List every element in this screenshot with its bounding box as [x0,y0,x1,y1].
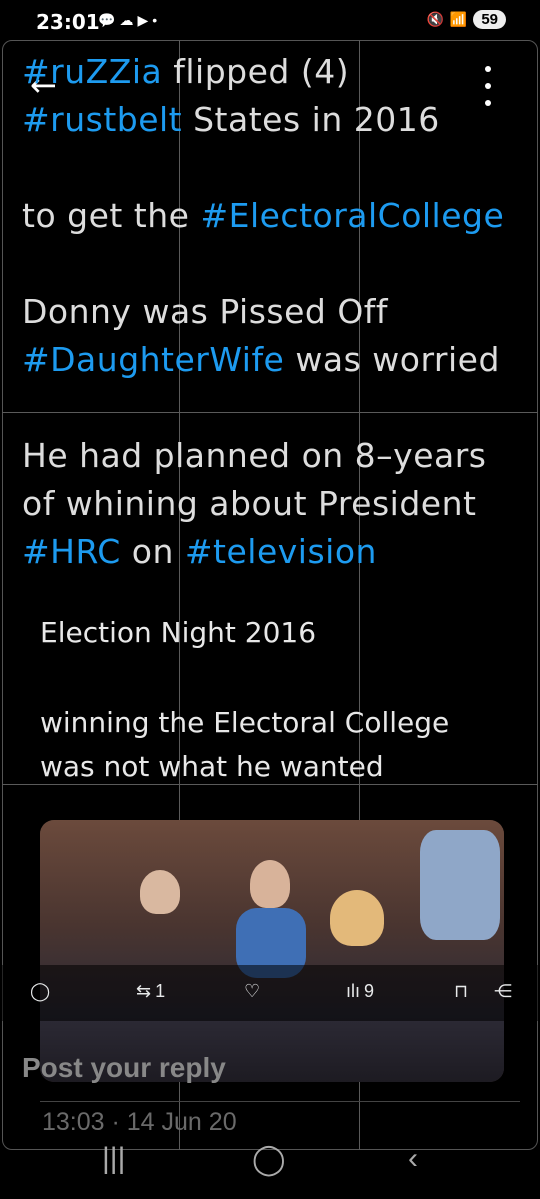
system-icons: 🔇 📶 59 [426,10,506,29]
hashtag-link[interactable]: #ruZZia [22,52,162,91]
post-line: of whining about President [22,484,476,523]
home-icon[interactable]: ◯ [252,1142,286,1177]
post-text: He had planned on 8–years [22,436,487,475]
post-line: #DaughterWife was worried [22,340,500,379]
reply-icon[interactable]: ◯ [30,981,50,1002]
chat-icon: 💬 [98,12,116,28]
bookmark-icon[interactable]: ⊓ [454,981,468,1002]
person-figure [420,830,500,940]
post-line: #rustbelt States in 2016 [22,100,440,139]
share-icon[interactable]: ⋲ [494,981,512,1002]
cloud-icon: ☁ [119,12,134,28]
dot-icon: • [152,12,158,28]
more-options-icon[interactable] [478,66,498,106]
views-button[interactable]: ılı 9 [346,981,374,1002]
hashtag-link[interactable]: #DaughterWife [22,340,284,379]
post-line: to get the #ElectoralCollege [22,196,504,235]
android-nav-bar: ||| ◯ ‹ [0,1142,540,1182]
grid-line [2,784,538,785]
quote-line: winning the Electoral College [40,706,450,739]
retweet-button[interactable]: ⇆ 1 [136,981,165,1002]
person-figure [140,870,180,914]
recent-apps-icon[interactable]: ||| [102,1142,125,1176]
post-line: Donny was Pissed Off [22,292,388,331]
like-icon[interactable]: ♡ [244,981,260,1002]
post-text: was worried [284,340,500,379]
grid-line [2,412,538,413]
post-line: #ruZZia flipped (4) [22,52,349,91]
person-figure [250,860,290,908]
post-line: He had planned on 8–years [22,436,487,475]
retweet-icon: ⇆ [136,981,152,1001]
divider [40,1101,520,1102]
hashtag-link[interactable]: #rustbelt [22,100,182,139]
reply-input[interactable]: Post your reply [22,1052,226,1084]
retweet-count: 1 [155,981,166,1001]
wifi-icon: 📶 [449,11,468,27]
post-timestamp: 13:03 · 14 Jun 20 [42,1108,237,1136]
views-icon: ılı [346,981,361,1001]
post-text: of whining about President [22,484,477,523]
post-text: flipped (4) [162,52,350,91]
quote-line: was not what he wanted [40,750,384,783]
notification-icons: 💬 ☁ ▶ • [98,12,157,29]
post-media-image[interactable] [40,820,504,1082]
person-figure [330,890,384,946]
hashtag-link[interactable]: #ElectoralCollege [200,196,504,235]
battery-indicator: 59 [473,10,506,29]
post-line: #HRC on #television [22,532,377,571]
post-text: Donny was Pissed Off [22,292,389,331]
post-action-bar: ◯ ⇆ 1 ♡ ılı 9 ⊓ ⋲ [0,965,540,1021]
back-icon[interactable]: ‹ [408,1142,418,1176]
status-bar: 23:01 💬 ☁ ▶ • 🔇 📶 59 [0,0,540,44]
quote-line: Election Night 2016 [40,616,317,649]
clock: 23:01 [36,10,100,34]
views-count: 9 [364,981,375,1001]
mute-icon: 🔇 [426,11,444,27]
hashtag-link[interactable]: #television [185,532,377,571]
post-text: States in 2016 [182,100,440,139]
youtube-icon: ▶ [137,12,149,28]
post-text: on [120,532,185,571]
post-text: to get the [22,196,201,235]
hashtag-link[interactable]: #HRC [22,532,121,571]
